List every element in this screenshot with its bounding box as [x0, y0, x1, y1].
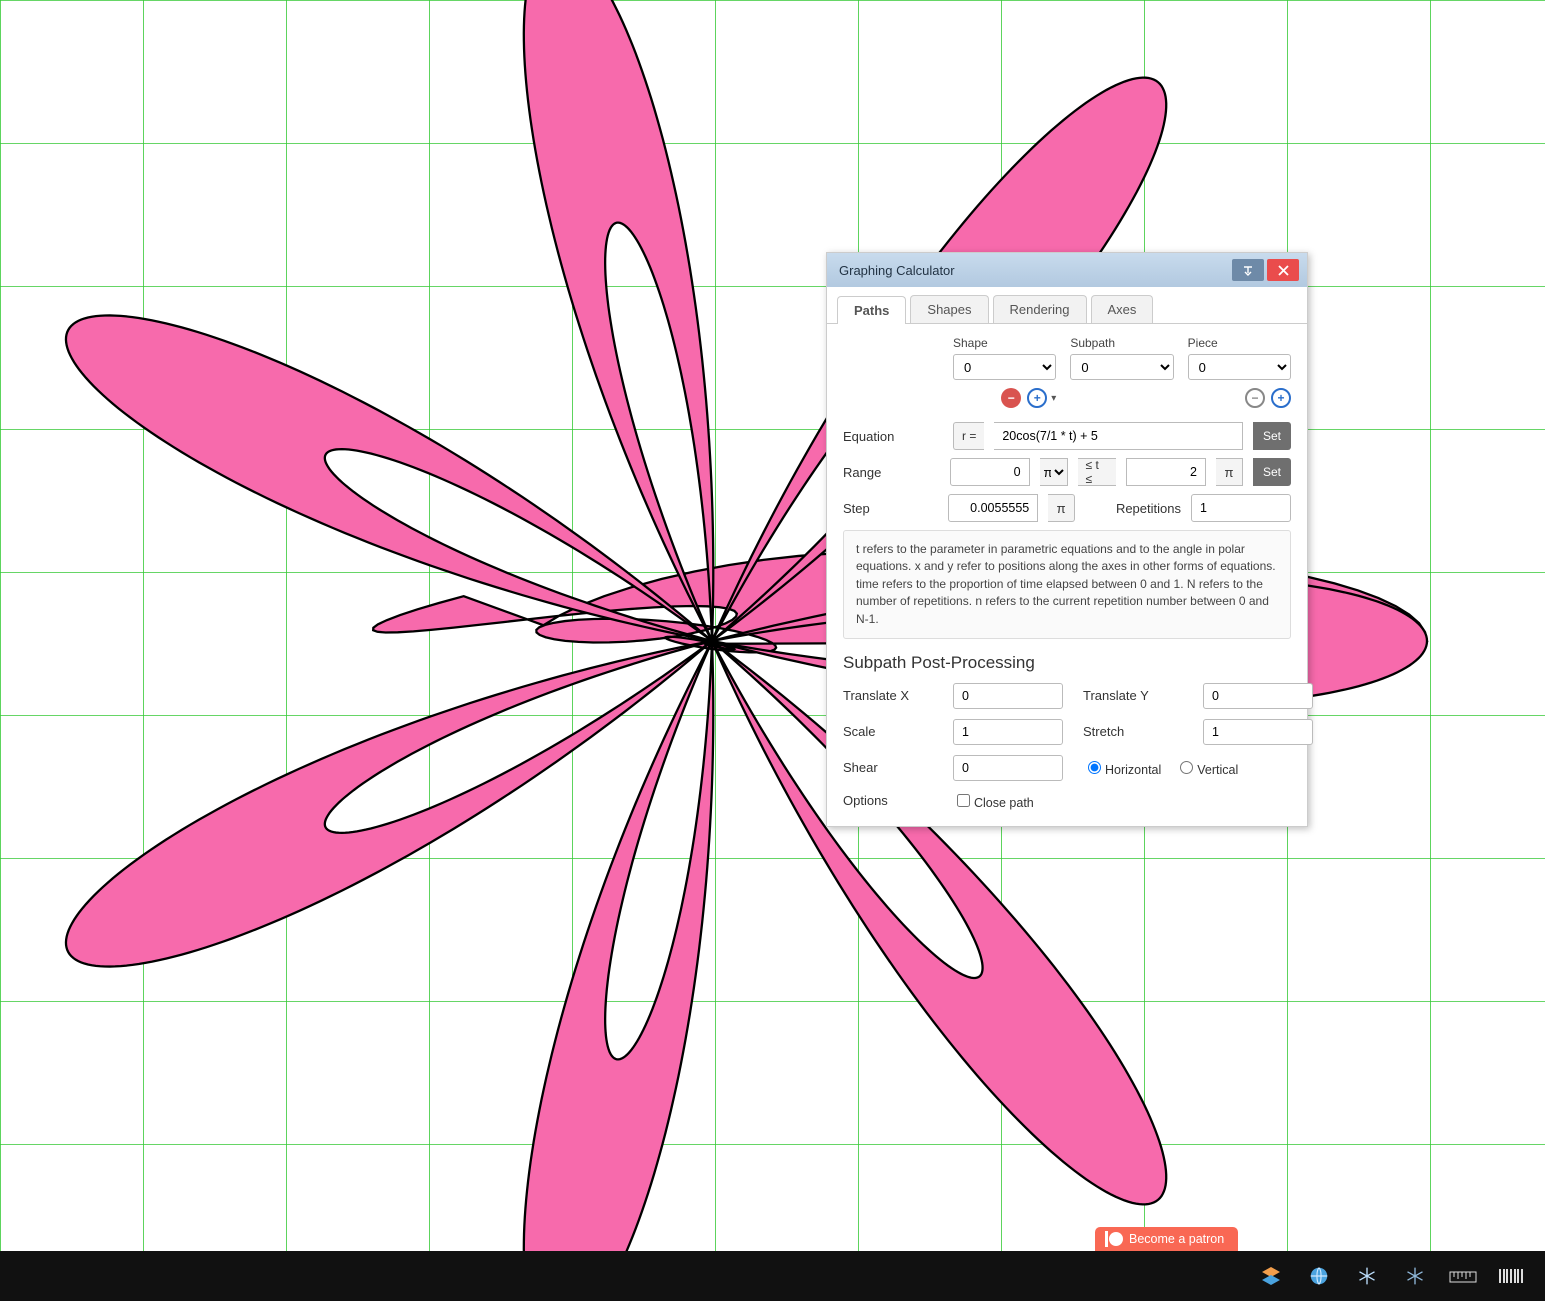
range-to-unit: π: [1216, 458, 1243, 486]
range-label: Range: [843, 465, 940, 480]
piece-header: Piece: [1188, 336, 1291, 350]
stretch-input[interactable]: [1203, 719, 1313, 745]
scale-label: Scale: [843, 724, 943, 739]
tab-bar: Paths Shapes Rendering Axes: [827, 287, 1307, 324]
orient-vertical[interactable]: Vertical: [1175, 758, 1238, 777]
bottom-dock: [0, 1251, 1545, 1301]
step-label: Step: [843, 501, 938, 516]
shape-select[interactable]: 0: [953, 354, 1056, 380]
equation-label: Equation: [843, 429, 943, 444]
dock-snowflake-icon[interactable]: [1347, 1256, 1387, 1296]
dialog-title: Graphing Calculator: [839, 263, 955, 278]
dock-globe-icon[interactable]: [1299, 1256, 1339, 1296]
tab-paths[interactable]: Paths: [837, 296, 906, 324]
minimize-button[interactable]: [1232, 259, 1264, 281]
stretch-label: Stretch: [1083, 724, 1193, 739]
shear-input[interactable]: [953, 755, 1063, 781]
post-processing-heading: Subpath Post-Processing: [843, 653, 1291, 673]
range-from-unit[interactable]: π: [1040, 458, 1068, 486]
remove-subpath-icon[interactable]: −: [1001, 388, 1021, 408]
step-input[interactable]: [948, 494, 1038, 522]
patreon-label: Become a patron: [1129, 1232, 1224, 1246]
minimize-icon: [1242, 264, 1254, 276]
translate-y-label: Translate Y: [1083, 688, 1193, 703]
options-label: Options: [843, 793, 943, 808]
dialog-titlebar[interactable]: Graphing Calculator: [827, 253, 1307, 287]
orient-horizontal[interactable]: Horizontal: [1083, 758, 1161, 777]
close-path-checkbox[interactable]: Close path: [953, 791, 1323, 810]
add-subpath-icon[interactable]: +: [1027, 388, 1047, 408]
piece-select[interactable]: 0: [1188, 354, 1291, 380]
add-piece-icon[interactable]: +: [1271, 388, 1291, 408]
equation-input[interactable]: [994, 422, 1243, 450]
graphing-calculator-dialog: Graphing Calculator Paths Shapes Renderi…: [826, 252, 1308, 827]
scale-input[interactable]: [953, 719, 1063, 745]
tab-rendering[interactable]: Rendering: [993, 295, 1087, 323]
shape-header: Shape: [953, 336, 1056, 350]
help-text: t refers to the parameter in parametric …: [843, 530, 1291, 639]
patreon-button[interactable]: Become a patron: [1095, 1227, 1238, 1251]
dock-ruler-icon[interactable]: [1443, 1256, 1483, 1296]
close-button[interactable]: [1267, 259, 1299, 281]
shear-label: Shear: [843, 760, 943, 775]
dock-barcode-icon[interactable]: [1491, 1256, 1531, 1296]
patreon-icon: [1109, 1232, 1123, 1246]
close-icon: [1278, 265, 1289, 276]
remove-piece-icon[interactable]: −: [1245, 388, 1265, 408]
translate-y-input[interactable]: [1203, 683, 1313, 709]
range-from-input[interactable]: [950, 458, 1030, 486]
step-unit: π: [1048, 494, 1075, 522]
equation-prefix: r =: [953, 422, 984, 450]
range-to-input[interactable]: [1126, 458, 1206, 486]
equation-set-button[interactable]: Set: [1253, 422, 1291, 450]
range-relation: ≤ t ≤: [1078, 458, 1116, 486]
subpath-header: Subpath: [1070, 336, 1173, 350]
dock-layers-icon[interactable]: [1251, 1256, 1291, 1296]
translate-x-label: Translate X: [843, 688, 943, 703]
chevron-down-icon[interactable]: ▾: [1051, 393, 1056, 404]
tab-shapes[interactable]: Shapes: [910, 295, 988, 323]
translate-x-input[interactable]: [953, 683, 1063, 709]
repetitions-label: Repetitions: [1116, 501, 1181, 516]
dock-snowflake-alt-icon[interactable]: [1395, 1256, 1435, 1296]
subpath-select[interactable]: 0: [1070, 354, 1173, 380]
tab-axes[interactable]: Axes: [1091, 295, 1154, 323]
repetitions-input[interactable]: [1191, 494, 1291, 522]
drawing-canvas[interactable]: [0, 0, 1545, 1301]
range-set-button[interactable]: Set: [1253, 458, 1291, 486]
